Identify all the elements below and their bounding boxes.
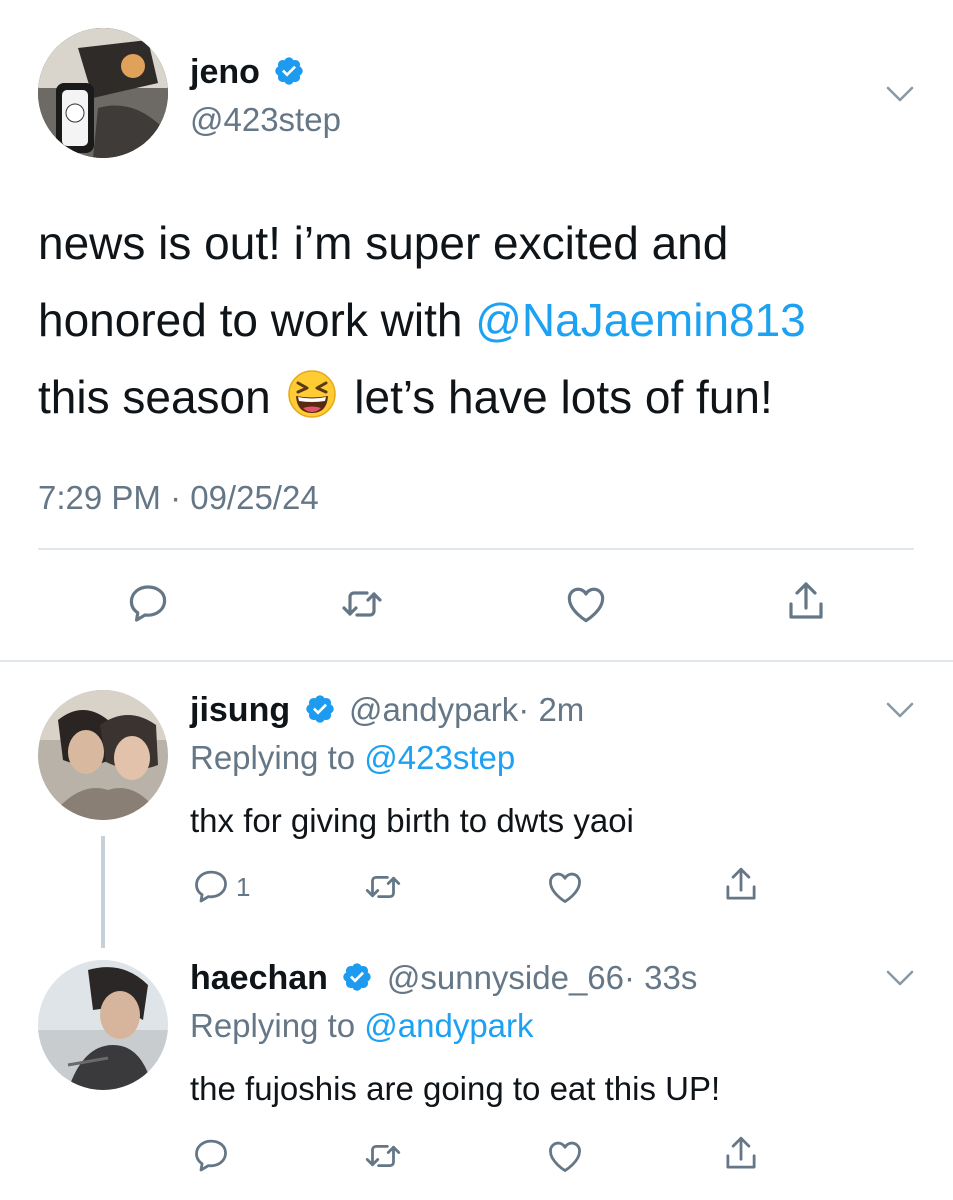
chevron-down-icon[interactable] — [884, 698, 916, 722]
replying-mention-link[interactable]: @andypark — [364, 1007, 533, 1044]
author-handle[interactable]: @andypark — [349, 691, 518, 728]
tweet-text-line-3: this season — [38, 371, 284, 423]
author-handle[interactable]: @423step — [190, 100, 341, 140]
author-name[interactable]: haechan — [190, 959, 328, 997]
avatar[interactable] — [38, 28, 168, 158]
replying-label: Replying to — [190, 739, 365, 776]
replying-to: Replying to @andypark — [190, 1006, 534, 1046]
reply-button[interactable] — [190, 1135, 232, 1177]
avatar[interactable] — [38, 960, 168, 1090]
like-button[interactable] — [544, 1135, 586, 1177]
tweet-text-line-3-end: let’s have lots of fun! — [341, 371, 773, 423]
avatar[interactable] — [38, 690, 168, 820]
reply-icon — [190, 1135, 232, 1177]
retweet-button[interactable] — [362, 1135, 404, 1177]
reply-time: · 2m — [518, 691, 585, 728]
grinning-squinting-emoji — [287, 369, 337, 419]
author-handle[interactable]: @sunnyside_66 — [387, 959, 624, 996]
tweet-text: news is out! i’m super excited and honor… — [38, 205, 938, 436]
reply-button[interactable] — [124, 580, 172, 628]
divider — [38, 548, 914, 550]
mention-link[interactable]: @NaJaemin813 — [475, 294, 806, 346]
share-icon — [720, 1133, 762, 1175]
retweet-icon — [362, 866, 404, 908]
section-divider — [0, 660, 953, 662]
reply-button[interactable]: 1 — [190, 866, 250, 908]
tweet-timestamp[interactable]: 7:29 PM · 09/25/24 — [38, 478, 319, 518]
retweet-icon — [338, 580, 386, 628]
author-name[interactable]: jisung — [190, 691, 290, 729]
replying-label: Replying to — [190, 1007, 365, 1044]
retweet-button[interactable] — [362, 866, 404, 908]
reply-time: · 33s — [624, 959, 698, 996]
share-icon — [720, 864, 762, 906]
chevron-down-icon[interactable] — [884, 966, 916, 990]
share-button[interactable] — [720, 864, 762, 906]
like-button[interactable] — [562, 580, 610, 628]
like-icon — [562, 580, 610, 628]
verified-badge-icon — [341, 961, 373, 993]
like-icon — [544, 1135, 586, 1177]
share-icon — [782, 578, 830, 626]
chevron-down-icon[interactable] — [884, 82, 916, 106]
like-button[interactable] — [544, 866, 586, 908]
verified-badge-icon — [304, 693, 336, 725]
reply-text: the fujoshis are going to eat this UP! — [190, 1070, 721, 1107]
reply-count: 1 — [236, 871, 251, 902]
reply-text: thx for giving birth to dwts yaoi — [190, 802, 634, 839]
thread-line — [101, 836, 105, 948]
retweet-button[interactable] — [338, 580, 386, 628]
share-button[interactable] — [782, 578, 830, 626]
retweet-icon — [362, 1135, 404, 1177]
reply-icon — [124, 580, 172, 628]
reply-icon — [190, 866, 232, 908]
tweet-text-line-1: news is out! i’m super excited and — [38, 217, 729, 269]
replying-mention-link[interactable]: @423step — [364, 739, 515, 776]
share-button[interactable] — [720, 1133, 762, 1175]
verified-badge-icon — [273, 55, 305, 87]
author-name[interactable]: jeno — [190, 53, 260, 91]
tweet-text-line-2: honored to work with — [38, 294, 476, 346]
like-icon — [544, 866, 586, 908]
replying-to: Replying to @423step — [190, 738, 515, 778]
